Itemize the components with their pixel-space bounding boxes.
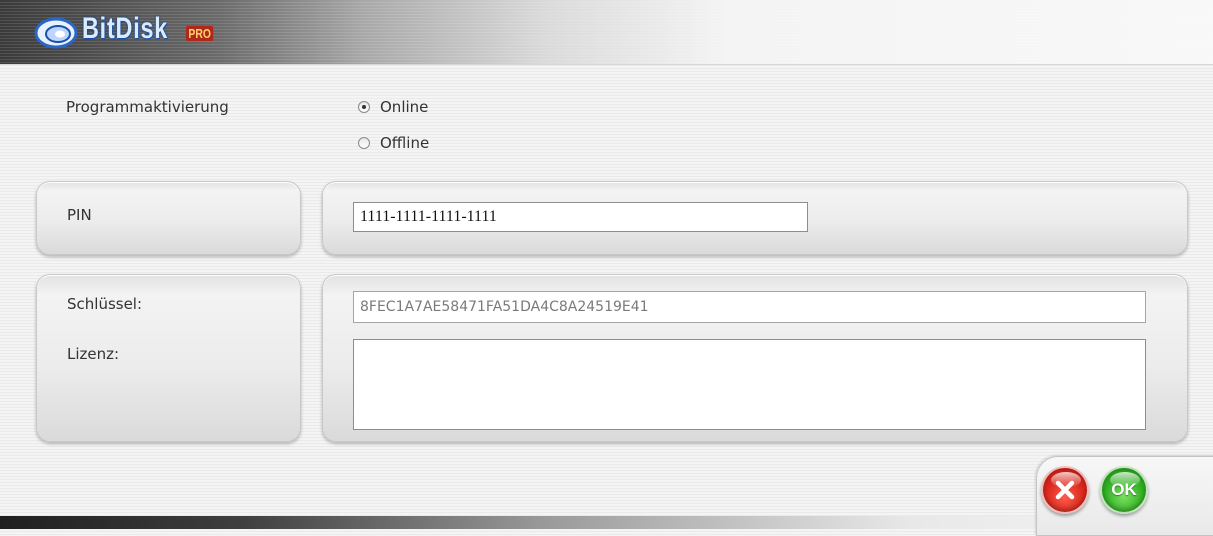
radio-offline-label: Offline [380,134,430,152]
activation-label: Programmaktivierung [66,98,229,116]
pin-label: PIN [67,206,92,224]
bottom-strip [0,516,1213,529]
key-label: Schlüssel: [67,295,143,313]
pin-input[interactable]: 1111-1111-1111-1111 [353,202,808,232]
key-field[interactable]: 8FEC1A7AE58471FA51DA4C8A24519E41 [353,291,1146,323]
radio-offline-indicator[interactable] [358,137,370,149]
pin-label-panel: PIN [36,181,301,255]
radio-online[interactable]: Online [358,98,428,116]
cancel-button[interactable] [1041,466,1089,514]
close-icon [1055,480,1075,500]
radio-online-label: Online [380,98,429,116]
ok-label: OK [1111,480,1137,499]
key-input-panel: 8FEC1A7AE58471FA51DA4C8A24519E41 [322,274,1188,442]
radio-online-indicator[interactable] [358,101,370,113]
swirl-icon [34,17,78,49]
logo-badge: PRO [186,26,214,41]
ok-button[interactable]: OK [1100,466,1148,514]
logo-text: BitDisk [82,12,169,45]
pin-input-panel: 1111-1111-1111-1111 [322,181,1188,255]
title-bar: BitDisk PRO [0,0,1213,65]
license-textarea[interactable] [353,339,1146,430]
license-label: Lizenz: [67,345,120,363]
key-label-panel: Schlüssel: Lizenz: [36,274,301,442]
radio-offline[interactable]: Offline [358,134,429,152]
